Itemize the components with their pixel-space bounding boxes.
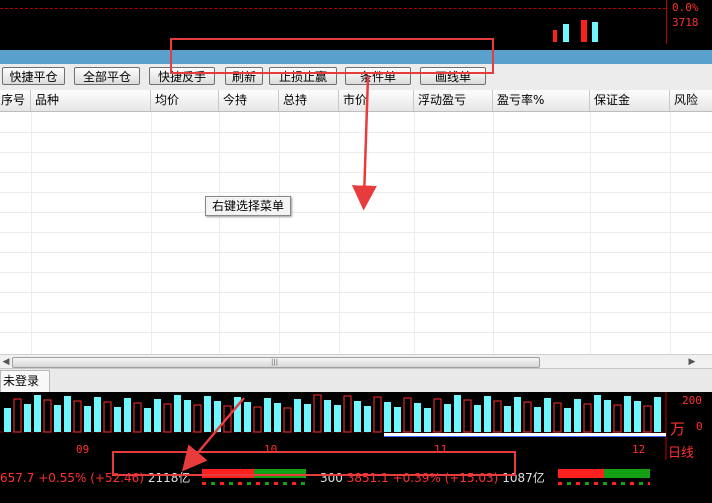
annotation-arrow-ticker [181, 397, 245, 472]
annotation-arrows [181, 75, 377, 472]
annotation-arrow-down [351, 75, 377, 211]
